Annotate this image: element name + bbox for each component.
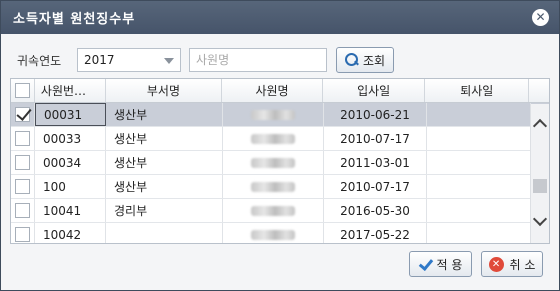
redacted-name [251,205,295,216]
cancel-icon: ✕ [488,256,504,272]
name-cell [223,223,324,243]
header-dept[interactable]: 부서명 [106,79,223,102]
vertical-scrollbar[interactable] [530,104,549,243]
row-checkbox[interactable] [15,179,30,194]
search-button[interactable]: 조회 [336,47,394,73]
employee-name-input[interactable] [189,48,327,72]
name-cell [223,199,324,222]
join-date-cell: 2010-07-17 [324,127,427,150]
row-checkbox-cell [11,103,35,126]
dept-cell: 생산부 [106,151,223,174]
row-checkbox[interactable] [15,107,30,122]
quit-date-cell [427,175,531,198]
header-emp-id[interactable]: 사원번… [35,79,106,102]
join-date-cell: 2016-05-30 [324,199,427,222]
filter-bar: 귀속연도 2017 조회 [17,47,394,73]
check-icon [419,258,431,270]
redacted-name [251,181,295,192]
dept-cell: 생산부 [106,127,223,150]
header-select-all[interactable] [11,79,35,102]
title-bar: 소득자별 원천징수부 ✕ [1,1,559,34]
row-checkbox-cell [11,223,35,243]
table-row[interactable]: 00034 생산부 2011-03-01 [11,151,549,175]
dept-cell: 경리부 [106,199,223,222]
search-button-label: 조회 [362,53,386,68]
cancel-button[interactable]: ✕ 취 소 [481,251,543,277]
employee-grid: 사원번… 부서명 사원명 입사일 퇴사일 00031 생산부 2010-06-2… [10,78,550,244]
quit-date-cell [427,127,531,150]
redacted-name [251,133,295,144]
row-checkbox[interactable] [15,227,30,242]
emp-id-cell: 00031 [35,103,106,126]
emp-id-cell: 00033 [35,127,106,150]
apply-button-label: 적 용 [436,257,463,272]
grid-header: 사원번… 부서명 사원명 입사일 퇴사일 [11,79,549,103]
row-checkbox[interactable] [15,203,30,218]
row-checkbox-cell [11,199,35,222]
table-row[interactable]: 00031 생산부 2010-06-21 [11,103,549,127]
name-cell [223,127,324,150]
chevron-down-icon[interactable] [532,211,548,227]
header-quit-date[interactable]: 퇴사일 [425,79,530,102]
row-checkbox-cell [11,175,35,198]
join-date-cell: 2010-07-17 [324,175,427,198]
row-checkbox-cell [11,127,35,150]
table-row[interactable]: 10042 2017-05-22 [11,223,549,243]
year-label: 귀속연도 [17,53,62,68]
name-cell [223,151,324,174]
redacted-name [251,109,295,120]
quit-date-cell [427,103,531,126]
emp-id-cell: 00034 [35,151,106,174]
row-checkbox[interactable] [15,131,30,146]
quit-date-cell [427,199,531,222]
join-date-cell: 2010-06-21 [324,103,427,126]
quit-date-cell [427,151,531,174]
withholding-ledger-dialog: 소득자별 원천징수부 ✕ 귀속연도 2017 조회 사원번… 부서명 사원명 입… [0,0,560,291]
search-icon [344,53,359,67]
header-name[interactable]: 사원명 [222,79,323,102]
emp-id-cell: 100 [35,175,106,198]
select-all-checkbox[interactable] [14,83,30,98]
emp-id-cell: 10041 [35,199,106,222]
dialog-title: 소득자별 원천징수부 [13,12,136,27]
row-checkbox[interactable] [15,155,30,170]
close-icon[interactable]: ✕ [532,9,549,26]
scrollbar-thumb[interactable] [533,179,547,193]
name-cell [223,175,324,198]
table-row[interactable]: 00033 생산부 2010-07-17 [11,127,549,151]
year-select[interactable]: 2017 [77,48,181,72]
dept-cell: 생산부 [106,175,223,198]
row-checkbox-cell [11,151,35,174]
join-date-cell: 2017-05-22 [324,223,427,243]
apply-button[interactable]: 적 용 [409,251,472,277]
header-scroll-spacer [529,79,549,102]
dept-cell: 생산부 [106,103,223,126]
table-row[interactable]: 10041 경리부 2016-05-30 [11,199,549,223]
quit-date-cell [427,223,531,243]
year-value: 2017 [84,53,115,67]
join-date-cell: 2011-03-01 [324,151,427,174]
redacted-name [251,229,295,240]
chevron-up-icon[interactable] [532,118,548,134]
header-join-date[interactable]: 입사일 [323,79,426,102]
cancel-button-label: 취 소 [509,257,536,272]
table-row[interactable]: 100 생산부 2010-07-17 [11,175,549,199]
dept-cell [106,223,223,243]
emp-id-cell: 10042 [35,223,106,243]
chevron-down-icon[interactable] [164,58,174,64]
redacted-name [251,157,295,168]
name-cell [223,103,324,126]
